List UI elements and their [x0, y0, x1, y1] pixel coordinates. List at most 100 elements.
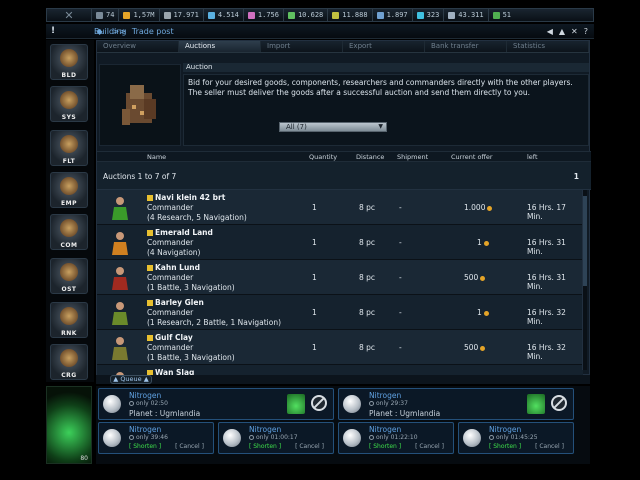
- table-row[interactable]: Wan Slag: [97, 365, 583, 375]
- shorten-link[interactable]: [ Shorten ]: [369, 443, 401, 450]
- cancel-icon[interactable]: [311, 395, 327, 411]
- current-offer: 1: [477, 308, 489, 317]
- tab-overview[interactable]: Overview: [97, 41, 179, 52]
- back-icon[interactable]: ◀: [547, 27, 553, 36]
- queue-item-time: only 01:00:17: [249, 434, 298, 441]
- sidebar-item-flt[interactable]: FLT: [50, 130, 88, 166]
- queue-item[interactable]: Nitrogen only 39:46 [ Shorten ] [ Cancel ]: [98, 422, 214, 454]
- queue-item-name: Nitrogen: [369, 425, 402, 434]
- page-number[interactable]: 1: [574, 172, 579, 181]
- cancel-link[interactable]: [ Cancel ]: [535, 443, 564, 450]
- clock-icon: [369, 401, 374, 406]
- shorten-link[interactable]: [ Shorten ]: [489, 443, 521, 450]
- speedup-plant-icon[interactable]: [527, 394, 545, 414]
- queue-item-name: Nitrogen: [369, 391, 402, 400]
- breadcrumb-logo-icon: ◆: [96, 26, 103, 36]
- sidebar-item-com[interactable]: COM: [50, 214, 88, 250]
- table-row[interactable]: Gulf Clay Commander (1 Battle, 3 Navigatio…: [97, 330, 583, 365]
- commander-name-text: Wan Slag: [155, 368, 195, 375]
- auction-scrollbar[interactable]: [582, 190, 587, 370]
- commander-name[interactable]: Emerald Land: [147, 228, 213, 237]
- current-offer: 500: [464, 343, 486, 352]
- commander-avatar: [109, 300, 131, 325]
- queue-item-name: Nitrogen: [129, 391, 162, 400]
- queue-toggle-button[interactable]: ▲ Queue ▲: [110, 375, 152, 384]
- sidebar-item-label: RNK: [61, 330, 77, 337]
- resource-value: 4.514: [217, 11, 239, 19]
- queue-item[interactable]: Nitrogen only 01:45:25 [ Shorten ] [ Cancel…: [458, 422, 574, 454]
- nitrogen-orb-icon: [463, 429, 481, 447]
- alert-icon[interactable]: !: [46, 26, 60, 36]
- sidebar-item-label: BLD: [61, 72, 77, 79]
- tab-bank-transfer[interactable]: Bank transfer: [425, 41, 507, 52]
- sidebar-item-label: SYS: [61, 114, 77, 121]
- table-row[interactable]: Emerald Land Commander (4 Navigation) 1 8 pc…: [97, 225, 583, 260]
- shipment-value: -: [399, 308, 402, 317]
- rank-badge-icon: [147, 265, 153, 271]
- results-count-row: Auctions 1 to 7 of 7 1: [97, 162, 591, 190]
- column-name[interactable]: Name: [147, 153, 166, 161]
- table-row[interactable]: Kahn Lund Commander (1 Battle, 3 Navigatio…: [97, 260, 583, 295]
- tab-bar: Overview Auctions Import Export Bank transfe…: [97, 41, 589, 53]
- column-shipment[interactable]: Shipment: [397, 153, 428, 161]
- resource-value: 10.628: [297, 11, 324, 19]
- speedup-plant-icon[interactable]: [287, 394, 305, 414]
- tab-import[interactable]: Import: [261, 41, 343, 52]
- sidebar: BLD SYS FLT EMP COM OST RNK CRG: [46, 40, 94, 382]
- queue-item[interactable]: Nitrogen only 01:22:10 [ Shorten ] [ Cancel…: [338, 422, 454, 454]
- rank-icon: [60, 307, 78, 325]
- cancel-link[interactable]: [ Cancel ]: [295, 443, 324, 450]
- cancel-link[interactable]: [ Cancel ]: [175, 443, 204, 450]
- sidebar-item-label: FLT: [62, 158, 76, 165]
- up-icon[interactable]: ▲: [559, 27, 565, 36]
- commander-name[interactable]: Barley Glen: [147, 298, 204, 307]
- breadcrumb-separator: >>: [112, 26, 126, 36]
- tab-auctions[interactable]: Auctions: [179, 41, 261, 52]
- cancel-icon[interactable]: [551, 395, 567, 411]
- queue-bar: ▲ Queue ▲: [96, 375, 590, 384]
- queue-item-name: Nitrogen: [489, 425, 522, 434]
- tab-statistics[interactable]: Statistics: [507, 41, 589, 52]
- fleet-icon: [60, 135, 78, 153]
- cancel-link[interactable]: [ Cancel ]: [415, 443, 444, 450]
- auction-title: Auction: [183, 63, 589, 72]
- commander-name[interactable]: Navi klein 42 brt: [147, 193, 225, 202]
- research-icon: [376, 11, 384, 19]
- sidebar-item-rnk[interactable]: RNK: [50, 302, 88, 338]
- table-row[interactable]: Navi klein 42 brt Commander (4 Research, 5…: [97, 190, 583, 225]
- sidebar-item-bld[interactable]: BLD: [50, 44, 88, 80]
- quantity-value: 1: [312, 238, 317, 247]
- commander-name[interactable]: Kahn Lund: [147, 263, 200, 272]
- column-current-offer[interactable]: Current offer: [451, 153, 493, 161]
- category-filter-dropdown[interactable]: All (7) ▼: [279, 122, 387, 132]
- faction-emblem-icon[interactable]: ✕: [47, 8, 91, 22]
- shorten-link[interactable]: [ Shorten ]: [249, 443, 281, 450]
- column-time-left[interactable]: left: [527, 153, 538, 161]
- commander-skills: (4 Navigation): [147, 248, 201, 257]
- table-row[interactable]: Barley Glen Commander (1 Research, 2 Battl…: [97, 295, 583, 330]
- sidebar-item-ost[interactable]: OST: [50, 258, 88, 294]
- commander-name[interactable]: Gulf Clay: [147, 333, 193, 342]
- help-icon[interactable]: ?: [584, 27, 588, 36]
- queue-item[interactable]: Nitrogen only 29:37 Planet : Ugmlandia: [338, 388, 574, 420]
- scrollbar-thumb[interactable]: [583, 196, 587, 286]
- queue-item[interactable]: Nitrogen only 02:50 Planet : Ugmlandia: [98, 388, 334, 420]
- sidebar-item-sys[interactable]: SYS: [50, 86, 88, 122]
- commander-name-text: Gulf Clay: [155, 333, 193, 342]
- item-type: Commander: [147, 238, 194, 247]
- shorten-link[interactable]: [ Shorten ]: [129, 443, 161, 450]
- column-quantity[interactable]: Quantity: [309, 153, 337, 161]
- sidebar-item-emp[interactable]: EMP: [50, 172, 88, 208]
- population-icon: [96, 11, 103, 19]
- resource-value: 74: [106, 11, 115, 19]
- column-distance[interactable]: Distance: [356, 153, 384, 161]
- queue-item[interactable]: Nitrogen only 01:00:17 [ Shorten ] [ Cancel…: [218, 422, 334, 454]
- sidebar-item-crg[interactable]: CRG: [50, 344, 88, 380]
- tab-export[interactable]: Export: [343, 41, 425, 52]
- breadcrumb-bar: ! Building ◆ >> Trade post ◀ ▲ ✕ ?: [46, 24, 594, 39]
- commander-name[interactable]: Wan Slag: [147, 368, 194, 375]
- close-icon[interactable]: ✕: [571, 27, 578, 36]
- nitrogen-orb-icon: [103, 395, 121, 413]
- resource-coins: 43.311: [443, 9, 487, 21]
- time-left: 16 Hrs. 31 Min.: [527, 238, 566, 256]
